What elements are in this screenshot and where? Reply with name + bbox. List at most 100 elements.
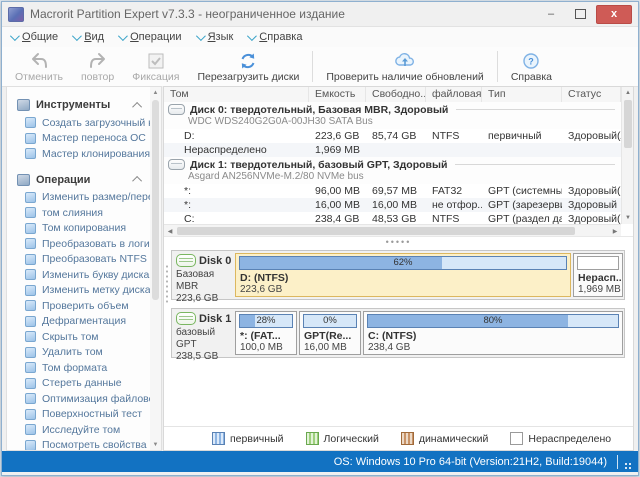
chevron-down-icon <box>247 31 257 41</box>
statusbar-separator <box>617 455 618 469</box>
column-header-capacity[interactable]: Емкость <box>309 87 366 102</box>
sidebar-item-explore-volume[interactable]: Исследуйте том <box>17 422 150 438</box>
scroll-down-icon[interactable] <box>150 439 161 450</box>
resize-icon <box>25 192 36 203</box>
disk0-info[interactable]: Disk 0 Базовая MBR 223,6 GB <box>172 251 234 299</box>
table-vertical-scrollbar[interactable] <box>621 87 633 224</box>
column-header-volume[interactable]: Том <box>164 87 309 102</box>
splitter-handle[interactable] <box>165 264 169 304</box>
close-button[interactable]: x <box>596 5 632 24</box>
column-header-type[interactable]: Тип <box>482 87 562 102</box>
disk0-scheme: Базовая MBR <box>176 269 232 293</box>
partition-unallocated[interactable]: Нерасп... 1,969 MB <box>573 253 623 297</box>
sidebar-item-view-properties[interactable]: Посмотреть свойства <box>17 438 150 452</box>
sidebar-section-tools[interactable]: Инструменты <box>17 95 150 115</box>
convert-fs-icon <box>25 254 36 265</box>
usage-bar: 0% <box>303 314 357 328</box>
table-body: Диск 0: твердотельный, Базовая MBR, Здор… <box>164 102 621 224</box>
table-header: Том Емкость Свободно... файловая ... Тип… <box>164 87 621 103</box>
chevron-down-icon <box>72 31 82 41</box>
help-button[interactable]: ? Справка <box>502 47 561 86</box>
undo-button[interactable]: Отменить <box>6 47 72 86</box>
table-row[interactable]: *: 96,00 MB 69,57 MB FAT32 GPT (системны… <box>164 184 621 198</box>
redo-button[interactable]: повтор <box>72 47 123 86</box>
sidebar-item-merge[interactable]: том слияния <box>17 205 150 221</box>
sidebar-item-os-migration[interactable]: Мастер переноса ОС <box>17 131 150 147</box>
usage-bar: 80% <box>367 314 619 328</box>
clone-icon <box>25 148 36 159</box>
commit-button[interactable]: Фиксация <box>123 47 188 86</box>
disk-group-header: Диск 0: твердотельный, Базовая MBR, Здор… <box>164 102 621 129</box>
partition-efi[interactable]: 28% *: (FAT... 100,0 MB <box>235 311 297 355</box>
sidebar-list: Инструменты Создать загрузочный но... Ма… <box>7 87 150 451</box>
scroll-up-icon[interactable] <box>150 87 161 98</box>
defrag-icon <box>25 316 36 327</box>
drive-icon <box>176 312 196 325</box>
dynamic-swatch-icon <box>401 432 414 445</box>
app-window: Macrorit Partition Expert v7.3.3 - неогр… <box>1 1 639 476</box>
commit-checkbox-icon <box>146 52 166 70</box>
partition-c[interactable]: 80% C: (NTFS) 238,4 GB <box>363 311 623 355</box>
scroll-down-icon[interactable] <box>622 212 634 224</box>
disk0-size: 223,6 GB <box>176 293 232 305</box>
sidebar-item-disk-clone[interactable]: Мастер клонирования д... <box>17 146 150 162</box>
gear-icon <box>17 174 30 186</box>
table-horizontal-scrollbar[interactable] <box>164 224 621 236</box>
svg-text:?: ? <box>529 56 535 66</box>
check-updates-icon <box>394 52 416 70</box>
column-header-filesystem[interactable]: файловая ... <box>426 87 482 102</box>
maximize-button[interactable] <box>567 6 593 23</box>
sidebar-item-copy-volume[interactable]: Том копирования <box>17 221 150 237</box>
column-header-free[interactable]: Свободно... <box>366 87 426 102</box>
help-icon: ? <box>521 52 541 70</box>
check-updates-button[interactable]: Проверить наличие обновлений <box>317 47 492 86</box>
menu-language[interactable]: Язык <box>196 31 234 43</box>
sidebar-item-check-volume[interactable]: Проверить объем <box>17 298 150 314</box>
menu-view[interactable]: Вид <box>72 31 104 43</box>
resize-grip-icon[interactable] <box>624 462 632 470</box>
disk1-info[interactable]: Disk 1 базовый GPT 238,5 GB <box>172 309 234 357</box>
menu-help[interactable]: Справка <box>247 31 302 43</box>
sidebar-item-convert-logical[interactable]: Преобразовать в логич... <box>17 236 150 252</box>
sidebar-scrollbar[interactable] <box>150 87 161 450</box>
sidebar-item-hide-volume[interactable]: Скрыть том <box>17 329 150 345</box>
legend-primary: первичный <box>212 432 284 445</box>
scroll-up-icon[interactable] <box>622 87 634 99</box>
sidebar-item-wipe-data[interactable]: Стереть данные <box>17 376 150 392</box>
delete-icon <box>25 347 36 358</box>
sidebar-item-convert-ntfs[interactable]: Преобразовать NTFS в F... <box>17 252 150 268</box>
scrollbar-thumb[interactable] <box>177 227 575 235</box>
minimize-button[interactable]: – <box>538 6 564 23</box>
menu-operations[interactable]: Операции <box>118 31 181 43</box>
sidebar-item-resize[interactable]: Изменить размер/пере... <box>17 190 150 206</box>
redo-icon <box>88 52 108 70</box>
sidebar-item-delete-volume[interactable]: Удалить том <box>17 345 150 361</box>
partition-msr[interactable]: 0% GPT(Re... 16,00 MB <box>299 311 361 355</box>
chevron-down-icon <box>10 31 20 41</box>
sidebar-item-format-volume[interactable]: Том формата <box>17 360 150 376</box>
disk-icon <box>168 159 185 170</box>
sidebar-item-fs-optimization[interactable]: Оптимизация файловой... <box>17 391 150 407</box>
scrollbar-thumb[interactable] <box>624 100 632 148</box>
sidebar-section-operations[interactable]: Операции <box>17 170 150 190</box>
partition-d[interactable]: 62% D: (NTFS) 223,6 GB <box>235 253 571 297</box>
sidebar-item-surface-test[interactable]: Поверхностный тест <box>17 407 150 423</box>
column-header-status[interactable]: Статус <box>562 87 621 102</box>
volumes-table: Том Емкость Свободно... файловая ... Тип… <box>164 87 633 236</box>
sidebar-item-defrag[interactable]: Дефрагментация <box>17 314 150 330</box>
table-row[interactable]: D: 223,6 GB 85,74 GB NTFS первичный Здор… <box>164 129 621 143</box>
table-row[interactable]: Нераспределено 1,969 MB <box>164 143 621 157</box>
menu-general[interactable]: Общие <box>10 31 58 43</box>
sidebar-item-change-letter[interactable]: Изменить букву диска <box>17 267 150 283</box>
table-row[interactable]: C: 238,4 GB 48,53 GB NTFS GPT (раздел да… <box>164 212 621 224</box>
table-row[interactable]: *: 16,00 MB 16,00 MB не отфор... GPT (за… <box>164 198 621 212</box>
disk1-scheme: базовый GPT <box>176 327 232 351</box>
window-title: Macrorit Partition Expert v7.3.3 - неогр… <box>30 7 535 21</box>
reload-disks-button[interactable]: Перезагрузить диски <box>188 47 308 86</box>
unallocated-swatch-icon <box>510 432 523 445</box>
usb-icon <box>25 117 36 128</box>
sidebar-item-create-bootable[interactable]: Создать загрузочный но... <box>17 115 150 131</box>
scrollbar-thumb[interactable] <box>152 100 159 300</box>
sidebar-item-change-label[interactable]: Изменить метку диска <box>17 283 150 299</box>
wipe-icon <box>25 378 36 389</box>
